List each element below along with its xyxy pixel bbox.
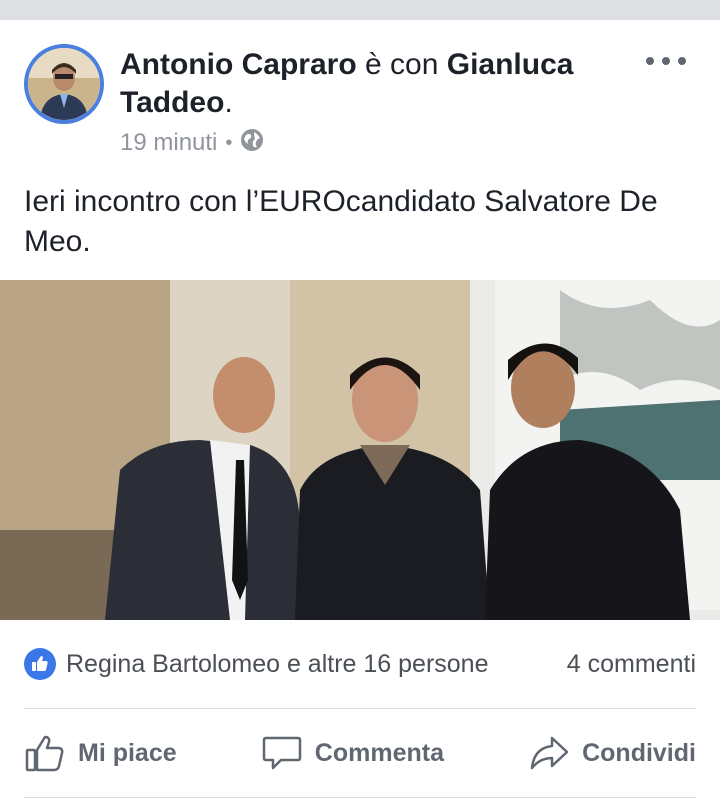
divider bbox=[24, 708, 696, 709]
post-text: Ieri incontro con l’EUROcandidato Salvat… bbox=[24, 185, 658, 258]
like-icon bbox=[24, 648, 56, 680]
share-arrow-icon bbox=[530, 736, 569, 770]
thumbs-up-icon bbox=[25, 735, 64, 772]
comments-count-link[interactable]: 4 commenti bbox=[567, 650, 696, 679]
title-period: . bbox=[224, 86, 233, 119]
action-bar: Mi piace Commenta Condividi bbox=[24, 710, 696, 796]
reactions-text: Regina Bartolomeo e altre 16 persone bbox=[66, 649, 489, 678]
post-header-title: Antonio Capraro è con Gianluca Taddeo. bbox=[120, 46, 640, 122]
author-avatar[interactable] bbox=[24, 44, 104, 124]
post-meta: 19 minuti • bbox=[120, 128, 264, 158]
share-label: Condividi bbox=[582, 738, 696, 767]
post-timestamp[interactable]: 19 minuti bbox=[120, 129, 217, 157]
meta-separator: • bbox=[225, 131, 233, 154]
reactions-summary[interactable]: Regina Bartolomeo e altre 16 persone bbox=[24, 648, 489, 680]
share-button[interactable]: Condividi bbox=[528, 732, 696, 774]
with-word: è con bbox=[365, 48, 439, 81]
like-button[interactable]: Mi piace bbox=[24, 732, 177, 774]
comment-icon bbox=[262, 736, 302, 770]
globe-icon bbox=[240, 128, 264, 159]
divider-bottom bbox=[24, 797, 696, 798]
more-options-icon[interactable] bbox=[646, 50, 686, 72]
post-photo[interactable] bbox=[0, 280, 720, 620]
author-name-link[interactable]: Antonio Capraro bbox=[120, 48, 357, 81]
reactions-bar: Regina Bartolomeo e altre 16 persone 4 c… bbox=[24, 644, 696, 684]
comment-button[interactable]: Commenta bbox=[261, 732, 444, 774]
post-card: Antonio Capraro è con Gianluca Taddeo. 1… bbox=[0, 20, 720, 808]
comment-label: Commenta bbox=[314, 738, 444, 767]
tagged-user-last-link[interactable]: Taddeo bbox=[120, 86, 224, 119]
tagged-user-first-link[interactable]: Gianluca bbox=[447, 48, 574, 81]
like-label: Mi piace bbox=[78, 738, 177, 767]
